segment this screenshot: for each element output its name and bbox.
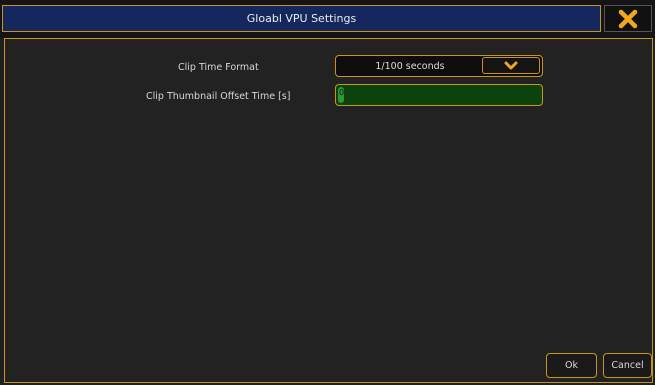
close-button[interactable] <box>604 5 652 32</box>
dialog-title-text: Gloabl VPU Settings <box>246 12 357 25</box>
clip-time-format-dropdown-button[interactable] <box>482 57 540 74</box>
ok-button-label: Ok <box>565 360 578 371</box>
title-bar: Gloabl VPU Settings <box>0 0 655 38</box>
clip-thumbnail-offset-value: 0 <box>339 88 345 97</box>
cancel-button[interactable]: Cancel <box>603 353 652 378</box>
cancel-button-label: Cancel <box>611 360 644 371</box>
close-x-icon <box>618 9 638 28</box>
clip-thumbnail-offset-input[interactable]: 0 <box>335 84 543 106</box>
chevron-down-icon <box>504 61 518 69</box>
settings-panel <box>4 38 653 383</box>
dialog-title: Gloabl VPU Settings <box>2 5 601 32</box>
clip-time-format-value: 1/100 seconds <box>375 60 445 72</box>
clip-thumbnail-offset-label: Clip Thumbnail Offset Time [s] <box>146 91 291 102</box>
clip-time-format-select[interactable]: 1/100 seconds <box>335 55 543 77</box>
clip-time-format-label: Clip Time Format <box>178 62 259 73</box>
ok-button[interactable]: Ok <box>546 353 597 378</box>
